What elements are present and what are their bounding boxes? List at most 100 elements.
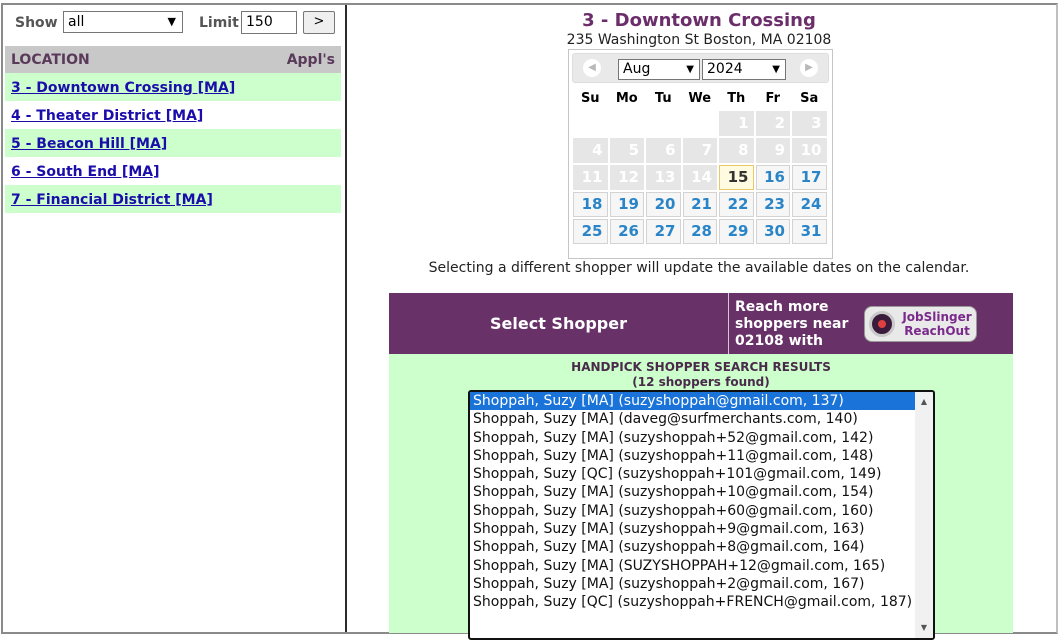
calendar-day-disabled: 8 <box>719 138 754 163</box>
next-month-icon[interactable]: ▶ <box>800 59 818 77</box>
appls-column-header: Appl's <box>286 52 335 68</box>
calendar-day[interactable]: 26 <box>609 219 644 244</box>
calendar-empty-cell <box>610 111 645 136</box>
chevron-down-icon: ▼ <box>686 64 694 75</box>
calendar-day[interactable]: 30 <box>755 219 790 244</box>
shopper-option[interactable]: Shoppah, Suzy [MA] (suzyshoppah@gmail.co… <box>470 392 933 411</box>
calendar-day-disabled: 12 <box>609 165 644 190</box>
scroll-down-icon[interactable]: ▼ <box>915 620 933 636</box>
show-select[interactable]: all ▼ <box>63 11 183 33</box>
shopper-option[interactable]: Shoppah, Suzy [QC] (suzyshoppah+101@gmai… <box>470 465 933 483</box>
select-shopper-title: Select Shopper <box>389 293 729 354</box>
calendar-day-disabled: 10 <box>792 138 827 163</box>
month-select[interactable]: Aug ▼ <box>618 59 700 80</box>
calendar-day[interactable]: 24 <box>792 192 827 217</box>
calendar-day[interactable]: 22 <box>719 192 754 217</box>
year-select[interactable]: 2024 ▼ <box>702 59 786 80</box>
location-link[interactable]: 5 - Beacon Hill [MA] <box>11 136 167 152</box>
calendar-day[interactable]: 27 <box>646 219 681 244</box>
prev-month-icon[interactable]: ◀ <box>583 59 601 77</box>
weekday-label: Th <box>727 91 746 106</box>
listbox-scrollbar[interactable]: ▲ ▼ <box>915 392 933 638</box>
detail-pane: 3 - Downtown Crossing 235 Washington St … <box>349 5 1056 640</box>
location-link[interactable]: 3 - Downtown Crossing [MA] <box>11 80 235 96</box>
calendar-day-today[interactable]: 15 <box>719 165 754 190</box>
list-item: 7 - Financial District [MA] <box>5 185 341 213</box>
calendar-day-disabled: 6 <box>646 138 681 163</box>
calendar-day[interactable]: 21 <box>682 192 717 217</box>
calendar-day[interactable]: 23 <box>755 192 790 217</box>
calendar-day[interactable]: 28 <box>682 219 717 244</box>
month-select-value: Aug <box>623 61 651 77</box>
location-pane: Show all ▼ Limit 150 > LOCATION Appl's 3… <box>3 5 347 632</box>
calendar-day[interactable]: 18 <box>573 192 608 217</box>
jobslinger-reachout-button[interactable]: JobSlinger ReachOut <box>864 306 977 342</box>
location-link[interactable]: 7 - Financial District [MA] <box>11 192 213 208</box>
filter-bar: Show all ▼ Limit 150 > <box>15 11 345 37</box>
shopper-option[interactable]: Shoppah, Suzy [MA] (daveg@surfmerchants.… <box>470 410 933 428</box>
calendar-day[interactable]: 19 <box>609 192 644 217</box>
calendar-empty-cell <box>573 111 608 136</box>
calendar-day[interactable]: 20 <box>646 192 681 217</box>
weekday-label: Su <box>580 91 600 106</box>
calendar-day-disabled: 11 <box>573 165 608 190</box>
shopper-option[interactable]: Shoppah, Suzy [MA] (suzyshoppah+8@gmail.… <box>470 538 933 556</box>
results-title: HANDPICK SHOPPER SEARCH RESULTS <box>571 360 831 374</box>
location-column-header: LOCATION <box>11 52 90 68</box>
list-item: 3 - Downtown Crossing [MA] <box>5 73 341 101</box>
calendar-day[interactable]: 16 <box>755 165 790 190</box>
calendar-day[interactable]: 31 <box>792 219 827 244</box>
calendar-header: ◀ Aug ▼ 2024 ▼ ▶ <box>572 53 829 83</box>
apply-filter-button[interactable]: > <box>303 11 335 34</box>
weekday-label: Sa <box>800 91 819 106</box>
weekday-label: Tu <box>654 91 672 106</box>
shopper-option[interactable]: Shoppah, Suzy [MA] (suzyshoppah+2@gmail.… <box>470 575 933 593</box>
list-item: 6 - South End [MA] <box>5 157 341 185</box>
shopper-option[interactable]: Shoppah, Suzy [QC] (suzyshoppah+FRENCH@g… <box>470 593 933 611</box>
shopper-option[interactable]: Shoppah, Suzy [MA] (suzyshoppah+10@gmail… <box>470 483 933 501</box>
shopper-panel: Select Shopper Reach more shoppers near … <box>389 293 1013 640</box>
shopper-option[interactable]: Shoppah, Suzy [MA] (suzyshoppah+60@gmail… <box>470 502 933 520</box>
shopper-option[interactable]: Shoppah, Suzy [MA] (suzyshoppah+11@gmail… <box>470 447 933 465</box>
shopper-option[interactable]: Shoppah, Suzy [MA] (suzyshoppah+52@gmail… <box>470 429 933 447</box>
calendar-empty-cell <box>683 111 718 136</box>
location-list: 3 - Downtown Crossing [MA] 4 - Theater D… <box>5 73 341 213</box>
year-select-value: 2024 <box>707 61 743 77</box>
results-count: (12 shoppers found) <box>632 375 770 389</box>
calendar-day-disabled: 4 <box>573 138 608 163</box>
calendar-day[interactable]: 25 <box>573 219 608 244</box>
list-item: 5 - Beacon Hill [MA] <box>5 129 341 157</box>
weekday-header: Su Mo Tu We Th Fr Sa <box>572 88 829 110</box>
location-link[interactable]: 4 - Theater District [MA] <box>11 108 203 124</box>
limit-input[interactable]: 150 <box>241 11 297 34</box>
calendar-note: Selecting a different shopper will updat… <box>428 260 970 276</box>
calendar-day-disabled: 3 <box>792 111 827 136</box>
calendar-day[interactable]: 29 <box>719 219 754 244</box>
app-frame: Show all ▼ Limit 150 > LOCATION Appl's 3… <box>1 3 1058 640</box>
calendar-day-disabled: 14 <box>682 165 717 190</box>
location-link[interactable]: 6 - South End [MA] <box>11 164 160 180</box>
jobslinger-logo-icon <box>869 311 895 337</box>
show-label: Show <box>15 15 58 31</box>
reach-more-text: Reach more shoppers near 02108 with <box>735 299 849 349</box>
calendar-day-disabled: 13 <box>646 165 681 190</box>
calendar: ◀ Aug ▼ 2024 ▼ ▶ Su Mo Tu We Th Fr Sa 12345678… <box>568 49 833 259</box>
store-address: 235 Washington St Boston, MA 02108 <box>566 32 832 48</box>
store-title: 3 - Downtown Crossing <box>582 10 816 31</box>
shopper-panel-header: Select Shopper Reach more shoppers near … <box>389 293 1013 354</box>
shopper-option[interactable]: Shoppah, Suzy [MA] (SUZYSHOPPAH+12@gmail… <box>470 557 933 575</box>
scroll-up-icon[interactable]: ▲ <box>915 394 933 410</box>
calendar-day-disabled: 7 <box>682 138 717 163</box>
weekday-label: We <box>688 91 712 106</box>
calendar-day-disabled: 9 <box>755 138 790 163</box>
calendar-day-disabled: 2 <box>755 111 790 136</box>
shopper-option[interactable]: Shoppah, Suzy [MA] (suzyshoppah+9@gmail.… <box>470 520 933 538</box>
location-table-header: LOCATION Appl's <box>5 46 341 73</box>
calendar-day-disabled: 1 <box>719 111 754 136</box>
calendar-day-disabled: 5 <box>609 138 644 163</box>
show-select-value: all <box>68 14 85 30</box>
calendar-day[interactable]: 17 <box>792 165 827 190</box>
calendar-grid: 1 2 3 4 5 6 7 8 9 10 11 12 13 14 15 16 17 18 19 20 21 22 23 24 2… <box>572 110 829 245</box>
chevron-down-icon: ▼ <box>772 64 780 75</box>
shopper-listbox[interactable]: Shoppah, Suzy [MA] (suzyshoppah@gmail.co… <box>468 390 935 640</box>
